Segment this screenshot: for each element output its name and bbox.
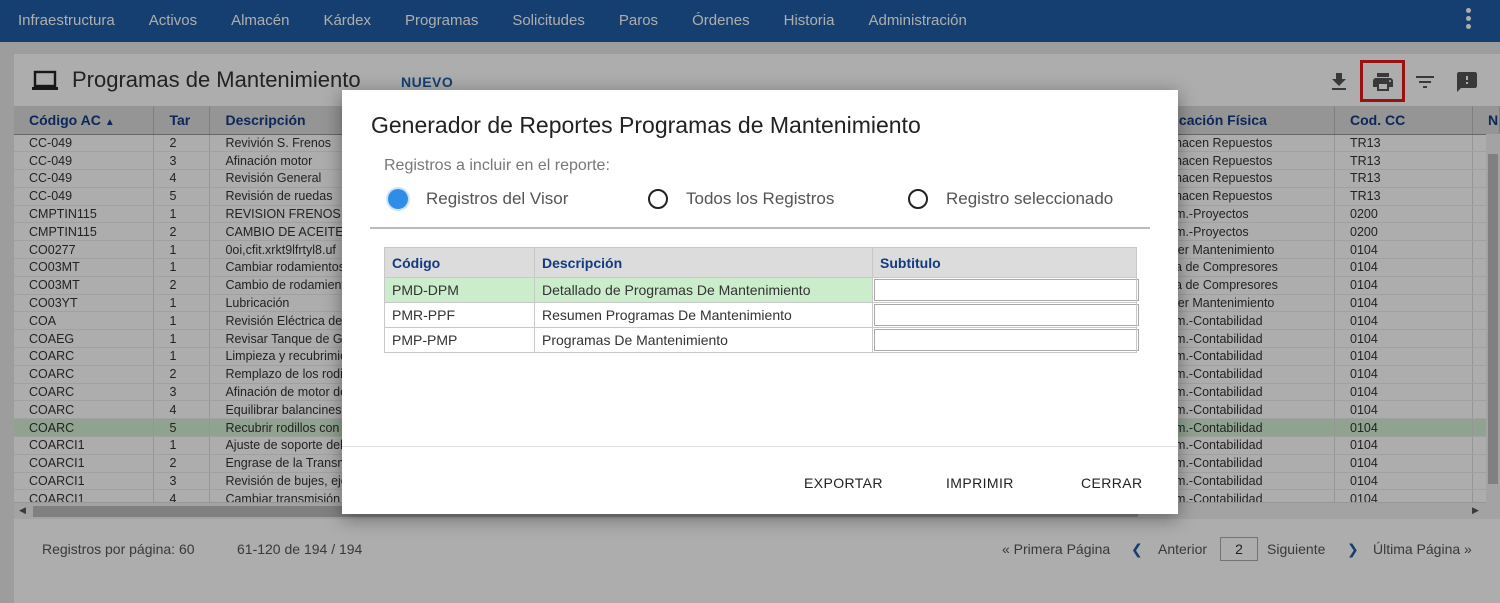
col-header-subtitulo: Subtitulo (872, 247, 1137, 278)
dialog-title: Generador de Reportes Programas de Mante… (371, 112, 921, 138)
radio-checked-icon[interactable] (388, 189, 408, 209)
subtitle-input[interactable] (874, 304, 1139, 326)
radio-label: Todos los Registros (686, 189, 835, 208)
report-row[interactable]: PMD-DPM Detallado de Programas De Manten… (384, 277, 1139, 303)
report-description: Resumen Programas De Mantenimiento (534, 302, 873, 328)
report-code: PMR-PPF (384, 302, 535, 328)
report-row[interactable]: PMP-PMP Programas De Mantenimiento (384, 327, 1139, 353)
report-description: Programas De Mantenimiento (534, 327, 873, 353)
report-generator-dialog: Generador de Reportes Programas de Mante… (342, 90, 1178, 514)
reports-header-row: Código Descripción Subtitulo (384, 247, 1137, 278)
subtitle-input[interactable] (874, 279, 1139, 301)
subtitle-cell (872, 302, 1139, 328)
reports-table: Código Descripción Subtitulo PMD-DPM Det… (384, 247, 1139, 353)
dialog-subtitle: Registros a incluir en el reporte: (384, 157, 610, 174)
report-code: PMD-DPM (384, 277, 535, 303)
print-button[interactable]: IMPRIMIR (946, 475, 1014, 491)
report-code: PMP-PMP (384, 327, 535, 353)
export-button[interactable]: EXPORTAR (804, 475, 883, 491)
radio-option-visor[interactable]: Registros del Visor (388, 189, 568, 209)
subtitle-cell (872, 327, 1139, 353)
dialog-actions: EXPORTAR IMPRIMIR CERRAR (342, 446, 1178, 514)
col-header-codigo: Código (384, 247, 535, 278)
radio-unchecked-icon[interactable] (908, 189, 928, 209)
radio-label: Registro seleccionado (946, 189, 1114, 208)
report-description: Detallado de Programas De Mantenimiento (534, 277, 873, 303)
radio-option-todos[interactable]: Todos los Registros (648, 189, 834, 209)
divider (370, 227, 1150, 229)
subtitle-cell (872, 277, 1139, 303)
radio-unchecked-icon[interactable] (648, 189, 668, 209)
radio-label: Registros del Visor (426, 189, 569, 208)
col-header-descripcion: Descripción (534, 247, 873, 278)
radio-option-seleccionado[interactable]: Registro seleccionado (908, 189, 1113, 209)
subtitle-input[interactable] (874, 329, 1139, 351)
report-row[interactable]: PMR-PPF Resumen Programas De Mantenimien… (384, 302, 1139, 328)
close-button[interactable]: CERRAR (1081, 475, 1143, 491)
